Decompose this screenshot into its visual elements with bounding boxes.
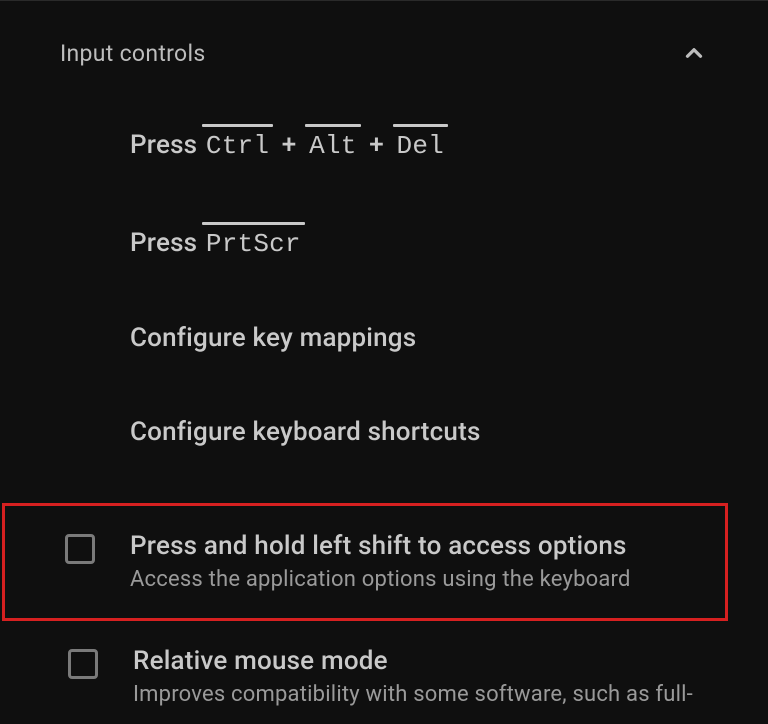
plus: + (278, 130, 301, 160)
configure-keyboard-shortcuts[interactable]: Configure keyboard shortcuts (130, 385, 708, 479)
item-label: Configure key mappings (130, 323, 416, 353)
collapse-chevron-up-icon[interactable] (680, 39, 708, 67)
item-label: Configure keyboard shortcuts (130, 417, 481, 447)
option-desc: Access the application options using the… (130, 566, 715, 595)
press-prtscr[interactable]: Press PrtScr (130, 193, 708, 291)
input-controls-list: Press Ctrl + Alt + Del Press PrtScr Conf… (0, 95, 768, 479)
plus: + (365, 130, 388, 160)
option-title: Press and hold left shift to access opti… (130, 530, 715, 564)
press-prefix: Press (130, 228, 197, 258)
section-header[interactable]: Input controls (0, 1, 768, 95)
option-desc: Improves compatibility with some softwar… (133, 681, 708, 710)
press-ctrl-alt-del[interactable]: Press Ctrl + Alt + Del (130, 95, 708, 193)
checkbox-section: Press and hold left shift to access opti… (0, 503, 768, 724)
shift-access-text: Press and hold left shift to access opti… (130, 530, 715, 594)
shift-access-checkbox[interactable] (65, 534, 95, 564)
key-del: Del (395, 127, 446, 161)
configure-key-mappings[interactable]: Configure key mappings (130, 291, 708, 385)
key-prtscr: PrtScr (204, 225, 303, 259)
key-alt: Alt (307, 127, 358, 161)
key-ctrl: Ctrl (204, 127, 271, 161)
relative-mouse-option[interactable]: Relative mouse mode Improves compatibili… (62, 631, 708, 723)
highlighted-option: Press and hold left shift to access opti… (2, 503, 728, 621)
option-title: Relative mouse mode (133, 645, 708, 679)
press-prefix: Press (130, 130, 197, 160)
section-title: Input controls (60, 40, 206, 67)
settings-panel: Input controls Press Ctrl + Alt + Del Pr… (0, 0, 768, 724)
relative-mouse-text: Relative mouse mode Improves compatibili… (133, 645, 708, 709)
shift-access-option[interactable]: Press and hold left shift to access opti… (59, 516, 715, 608)
